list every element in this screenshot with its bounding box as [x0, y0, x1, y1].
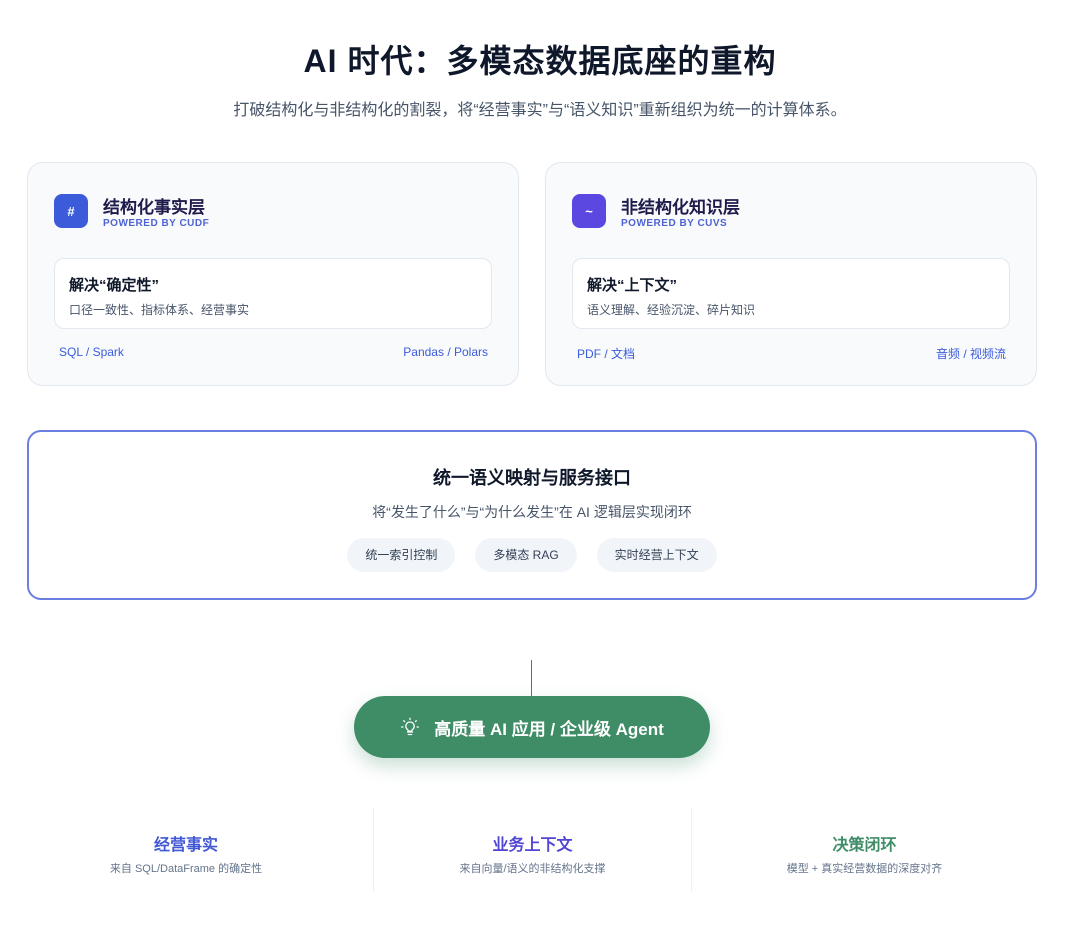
structured-layer-card: # 结构化事实层 POWERED BY CUDF 解决“确定性” 口径一致性、指… — [27, 162, 519, 386]
connector-line — [531, 660, 532, 696]
agent-label: 高质量 AI 应用 / 企业级 Agent — [434, 719, 664, 739]
hash-icon: # — [54, 194, 88, 228]
stat-business-facts: 经营事实 来自 SQL/DataFrame 的确定性 — [27, 808, 345, 892]
tag-sql-spark: SQL / Spark — [59, 345, 124, 359]
stat-title: 决策闭环 — [832, 837, 897, 854]
inner-desc: 口径一致性、指标体系、经营事实 — [69, 303, 250, 317]
page-title: AI 时代：多模态数据底座的重构 — [303, 43, 777, 79]
card-title: 结构化事实层 — [103, 198, 205, 217]
stat-desc: 来自向量/语义的非结构化支撑 — [459, 863, 606, 875]
stat-title: 业务上下文 — [492, 837, 573, 854]
agent-button[interactable]: 高质量 AI 应用 / 企业级 Agent — [354, 696, 710, 758]
pill-realtime-context: 实时经营上下文 — [596, 538, 717, 572]
card-title: 非结构化知识层 — [621, 198, 740, 217]
card-powered-by: POWERED BY CUVS — [621, 218, 728, 229]
card-powered-by: POWERED BY CUDF — [103, 218, 210, 229]
inner-desc: 语义理解、经验沉淀、碎片知识 — [587, 303, 756, 317]
page-subtitle: 打破结构化与非结构化的割裂，将“经营事实”与“语义知识”重新组织为统一的计算体系… — [233, 102, 847, 119]
mapping-title: 统一语义映射与服务接口 — [433, 468, 631, 488]
unstructured-layer-card: ~ 非结构化知识层 POWERED BY CUVS 解决“上下文” 语义理解、经… — [545, 162, 1037, 386]
stat-desc: 来自 SQL/DataFrame 的确定性 — [109, 863, 263, 875]
tilde-icon: ~ — [572, 194, 606, 228]
card-inner-box: 解决“上下文” 语义理解、经验沉淀、碎片知识 — [572, 258, 1010, 329]
tag-audio-video: 音频 / 视频流 — [935, 347, 1006, 361]
inner-title: 解决“上下文” — [587, 277, 678, 294]
pill-unified-index: 统一索引控制 — [347, 538, 456, 572]
tag-pandas-polars: Pandas / Polars — [403, 345, 488, 359]
semantic-mapping-panel: 统一语义映射与服务接口 将“发生了什么”与“为什么发生”在 AI 逻辑层实现闭环… — [27, 430, 1037, 600]
stat-business-context: 业务上下文 来自向量/语义的非结构化支撑 — [373, 808, 691, 892]
inner-title: 解决“确定性” — [69, 277, 160, 294]
stat-decision-loop: 决策闭环 模型 + 真实经营数据的深度对齐 — [691, 808, 1037, 892]
stat-title: 经营事实 — [153, 837, 218, 854]
card-inner-box: 解决“确定性” 口径一致性、指标体系、经营事实 — [54, 258, 492, 329]
page: AI 时代：多模态数据底座的重构 打破结构化与非结构化的割裂，将“经营事实”与“… — [0, 0, 1080, 928]
pill-multimodal-rag: 多模态 RAG — [475, 538, 577, 572]
stat-desc: 模型 + 真实经营数据的深度对齐 — [786, 863, 943, 875]
mapping-pills: 统一索引控制 多模态 RAG 实时经营上下文 — [29, 538, 1035, 572]
lightbulb-icon — [401, 717, 420, 736]
mapping-subtitle: 将“发生了什么”与“为什么发生”在 AI 逻辑层实现闭环 — [372, 504, 692, 520]
tag-pdf-doc: PDF / 文档 — [577, 347, 636, 361]
